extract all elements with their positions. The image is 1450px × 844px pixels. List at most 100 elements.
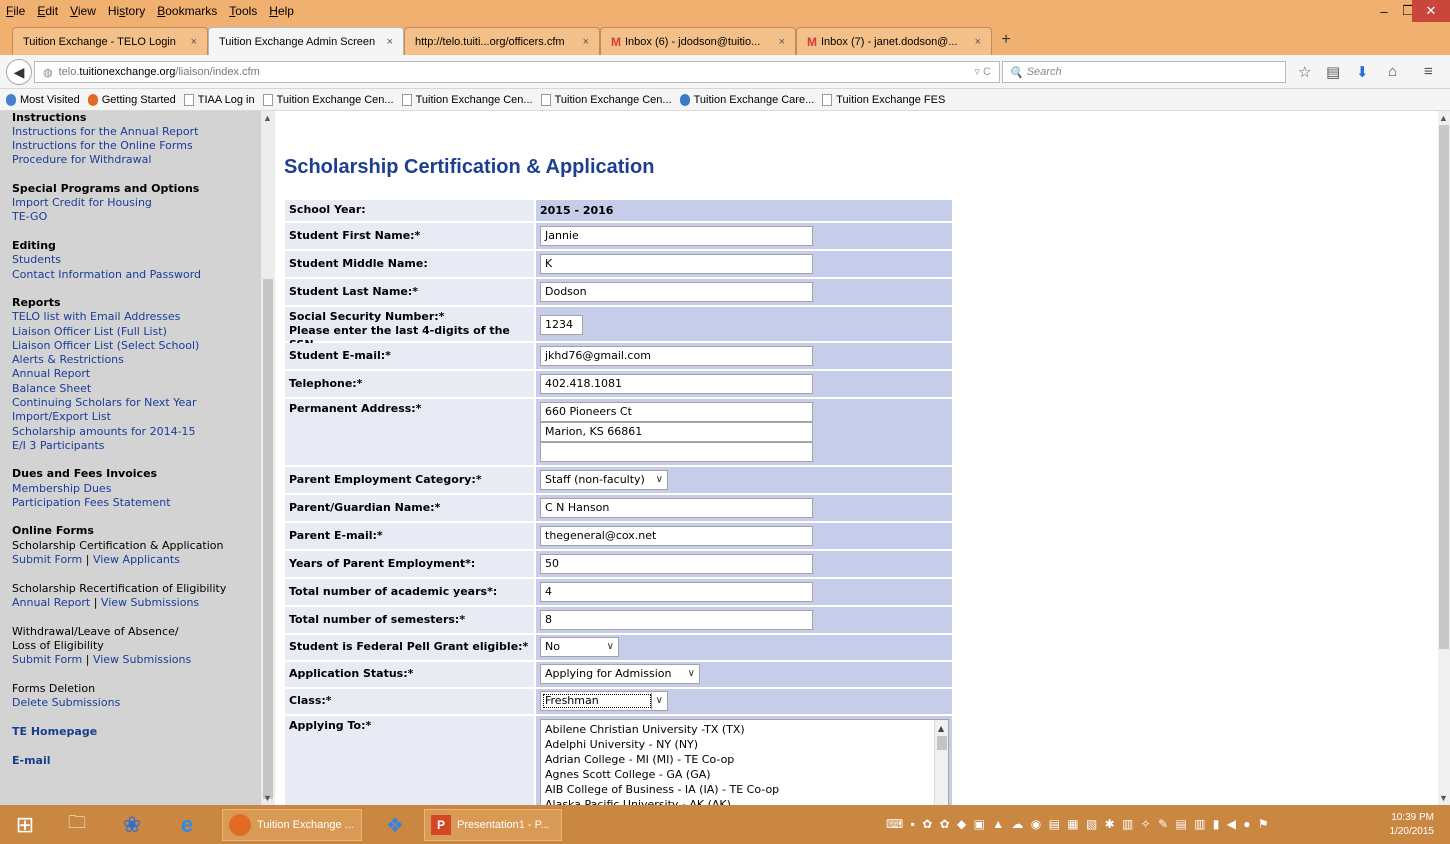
windows-start-icon[interactable]: ⊞	[10, 809, 40, 841]
bookmark-star-icon[interactable]: ☆	[1298, 63, 1311, 81]
menu-history[interactable]: History	[102, 4, 151, 18]
parent-email-input[interactable]: thegeneral@cox.net	[540, 526, 813, 546]
menu-icon[interactable]: ≡	[1424, 63, 1433, 80]
sidebar-link-contact-info[interactable]: Contact Information and Password	[12, 268, 201, 281]
scroll-down-icon[interactable]: ▼	[263, 793, 272, 803]
tab-close-icon[interactable]: ×	[975, 36, 981, 48]
sidebar-link-scholarship-amounts[interactable]: Scholarship amounts for 2014-15	[12, 425, 196, 438]
list-option[interactable]: AIB College of Business - IA (IA) - TE C…	[545, 782, 944, 797]
scroll-up-icon[interactable]: ▲	[263, 113, 272, 123]
taskbar-firefox-window[interactable]: Tuition Exchange ...	[222, 809, 362, 841]
sidebar-link-te-homepage[interactable]: TE Homepage	[12, 725, 97, 738]
close-window-button[interactable]: ✕	[1412, 0, 1450, 22]
sidebar-link-recert-annual-report[interactable]: Annual Report	[12, 596, 90, 609]
minimize-button[interactable]: –	[1372, 0, 1396, 22]
page-scrollbar[interactable]: ▲ ▼	[1438, 111, 1450, 805]
first-name-input[interactable]: Jannie	[540, 226, 813, 246]
sidebar-link-withdrawal-submit[interactable]: Submit Form	[12, 653, 82, 666]
semesters-input[interactable]: 8	[540, 610, 813, 630]
sidebar-link-view-applicants[interactable]: View Applicants	[93, 553, 180, 566]
scrollbar-thumb[interactable]	[1439, 125, 1449, 649]
applying-to-listbox[interactable]: Abilene Christian University -TX (TX) Ade…	[540, 719, 949, 805]
sidebar-link-membership-dues[interactable]: Membership Dues	[12, 482, 111, 495]
tab-close-icon[interactable]: ×	[583, 36, 589, 48]
bookmark-item[interactable]: Most Visited	[6, 93, 80, 106]
reading-list-icon[interactable]: ▤	[1326, 63, 1340, 81]
download-icon[interactable]: ⬇	[1356, 63, 1369, 81]
address-line-1-input[interactable]: 660 Pioneers Ct	[540, 402, 813, 422]
new-tab-button[interactable]: +	[992, 31, 1020, 55]
internet-explorer-icon[interactable]: e	[172, 809, 202, 841]
sidebar-link-liaison-select[interactable]: Liaison Officer List (Select School)	[12, 339, 199, 352]
list-option[interactable]: Agnes Scott College - GA (GA)	[545, 767, 944, 782]
employment-category-select[interactable]: Staff (non-faculty) ∨	[540, 470, 668, 490]
sidebar-link-recert-view-submissions[interactable]: View Submissions	[101, 596, 199, 609]
menu-view[interactable]: View	[64, 4, 102, 18]
application-status-select[interactable]: Applying for Admission ∨	[540, 664, 700, 684]
student-email-input[interactable]: jkhd76@gmail.com	[540, 346, 813, 366]
browser-tab[interactable]: http://telo.tuiti...org/officers.cfm ×	[404, 27, 600, 55]
sidebar-link-participation-fees[interactable]: Participation Fees Statement	[12, 496, 171, 509]
system-tray-icons[interactable]: ⌨ ▪ ✿ ✿ ◆ ▣ ▲ ☁ ◉ ▤ ▦ ▧ ✱ ▥ ✧ ✎ ▤ ▥ ▮ ◀ …	[886, 817, 1271, 831]
sidebar-link-ei3[interactable]: E/I 3 Participants	[12, 439, 105, 452]
address-line-3-input[interactable]	[540, 442, 813, 462]
search-input[interactable]: 🔍 Search	[1002, 61, 1286, 83]
telephone-input[interactable]: 402.418.1081	[540, 374, 813, 394]
url-bar[interactable]: ◍ telo. tuitionexchange.org/liaison/index…	[34, 61, 1000, 83]
ssn-input[interactable]: 1234	[540, 315, 583, 335]
app-flower-icon[interactable]: ❀	[117, 809, 147, 841]
list-option[interactable]: Adelphi University - NY (NY)	[545, 737, 944, 752]
bookmark-item[interactable]: Tuition Exchange FES	[822, 93, 945, 106]
sidebar-link-liaison-full[interactable]: Liaison Officer List (Full List)	[12, 325, 167, 338]
menu-help[interactable]: Help	[263, 4, 300, 18]
taskbar-powerpoint-window[interactable]: P Presentation1 - P...	[424, 809, 562, 841]
menu-tools[interactable]: Tools	[223, 4, 263, 18]
guardian-name-input[interactable]: C N Hanson	[540, 498, 813, 518]
bookmark-item[interactable]: TIAA Log in	[183, 93, 255, 106]
sidebar-scrollbar[interactable]: ▲ ▼	[260, 111, 275, 805]
menu-file[interactable]: File	[0, 4, 31, 18]
last-name-input[interactable]: Dodson	[540, 282, 813, 302]
sidebar-link-instructions-annual[interactable]: Instructions for the Annual Report	[12, 125, 198, 138]
tab-close-icon[interactable]: ×	[191, 36, 197, 48]
sidebar-link-delete-submissions[interactable]: Delete Submissions	[12, 696, 120, 709]
list-option[interactable]: Alaska Pacific University - AK (AK)	[545, 797, 944, 805]
listbox-scrollbar[interactable]: ▲	[934, 720, 948, 805]
browser-tab[interactable]: M Inbox (7) - janet.dodson@... ×	[796, 27, 992, 55]
tab-close-icon[interactable]: ×	[779, 36, 785, 48]
bookmark-item[interactable]: Tuition Exchange Cen...	[262, 93, 394, 106]
menu-edit[interactable]: Edit	[31, 4, 64, 18]
scroll-up-icon[interactable]: ▲	[938, 721, 944, 736]
sidebar-link-instructions-online[interactable]: Instructions for the Online Forms	[12, 139, 193, 152]
home-icon[interactable]: ⌂	[1388, 63, 1397, 80]
tab-close-icon[interactable]: ×	[387, 36, 393, 48]
sidebar-link-submit-form[interactable]: Submit Form	[12, 553, 82, 566]
list-option[interactable]: Adrian College - MI (MI) - TE Co-op	[545, 752, 944, 767]
years-employment-input[interactable]: 50	[540, 554, 813, 574]
list-option[interactable]: Abilene Christian University -TX (TX)	[545, 722, 944, 737]
bookmark-item[interactable]: Getting Started	[87, 93, 176, 106]
sidebar-link-annual-report[interactable]: Annual Report	[12, 367, 90, 380]
academic-years-input[interactable]: 4	[540, 582, 813, 602]
scrollbar-thumb[interactable]	[937, 736, 947, 750]
bookmark-item[interactable]: Tuition Exchange Cen...	[401, 93, 533, 106]
sidebar-link-tego[interactable]: TE-GO	[12, 210, 47, 223]
file-explorer-icon[interactable]: 🗀	[62, 809, 92, 841]
sidebar-link-withdrawal-view[interactable]: View Submissions	[93, 653, 191, 666]
pell-eligible-select[interactable]: No ∨	[540, 637, 619, 657]
bookmark-item[interactable]: Tuition Exchange Cen...	[540, 93, 672, 106]
middle-name-input[interactable]: K	[540, 254, 813, 274]
sidebar-link-balance-sheet[interactable]: Balance Sheet	[12, 382, 91, 395]
system-clock[interactable]: 10:39 PM 1/20/2015	[1390, 811, 1435, 839]
sidebar-link-telo-list[interactable]: TELO list with Email Addresses	[12, 310, 180, 323]
menu-bookmarks[interactable]: Bookmarks	[151, 4, 223, 18]
class-select[interactable]: Freshman ∨	[540, 691, 668, 711]
sidebar-link-email[interactable]: E-mail	[12, 754, 51, 767]
scroll-up-icon[interactable]: ▲	[1439, 113, 1448, 123]
dropbox-icon[interactable]: ❖	[380, 809, 410, 841]
address-line-2-input[interactable]: Marion, KS 66861	[540, 422, 813, 442]
sidebar-link-withdrawal-procedure[interactable]: Procedure for Withdrawal	[12, 153, 151, 166]
sidebar-link-students[interactable]: Students	[12, 253, 61, 266]
reload-icon[interactable]: ▿ C	[974, 65, 991, 78]
bookmark-item[interactable]: Tuition Exchange Care...	[679, 93, 814, 106]
